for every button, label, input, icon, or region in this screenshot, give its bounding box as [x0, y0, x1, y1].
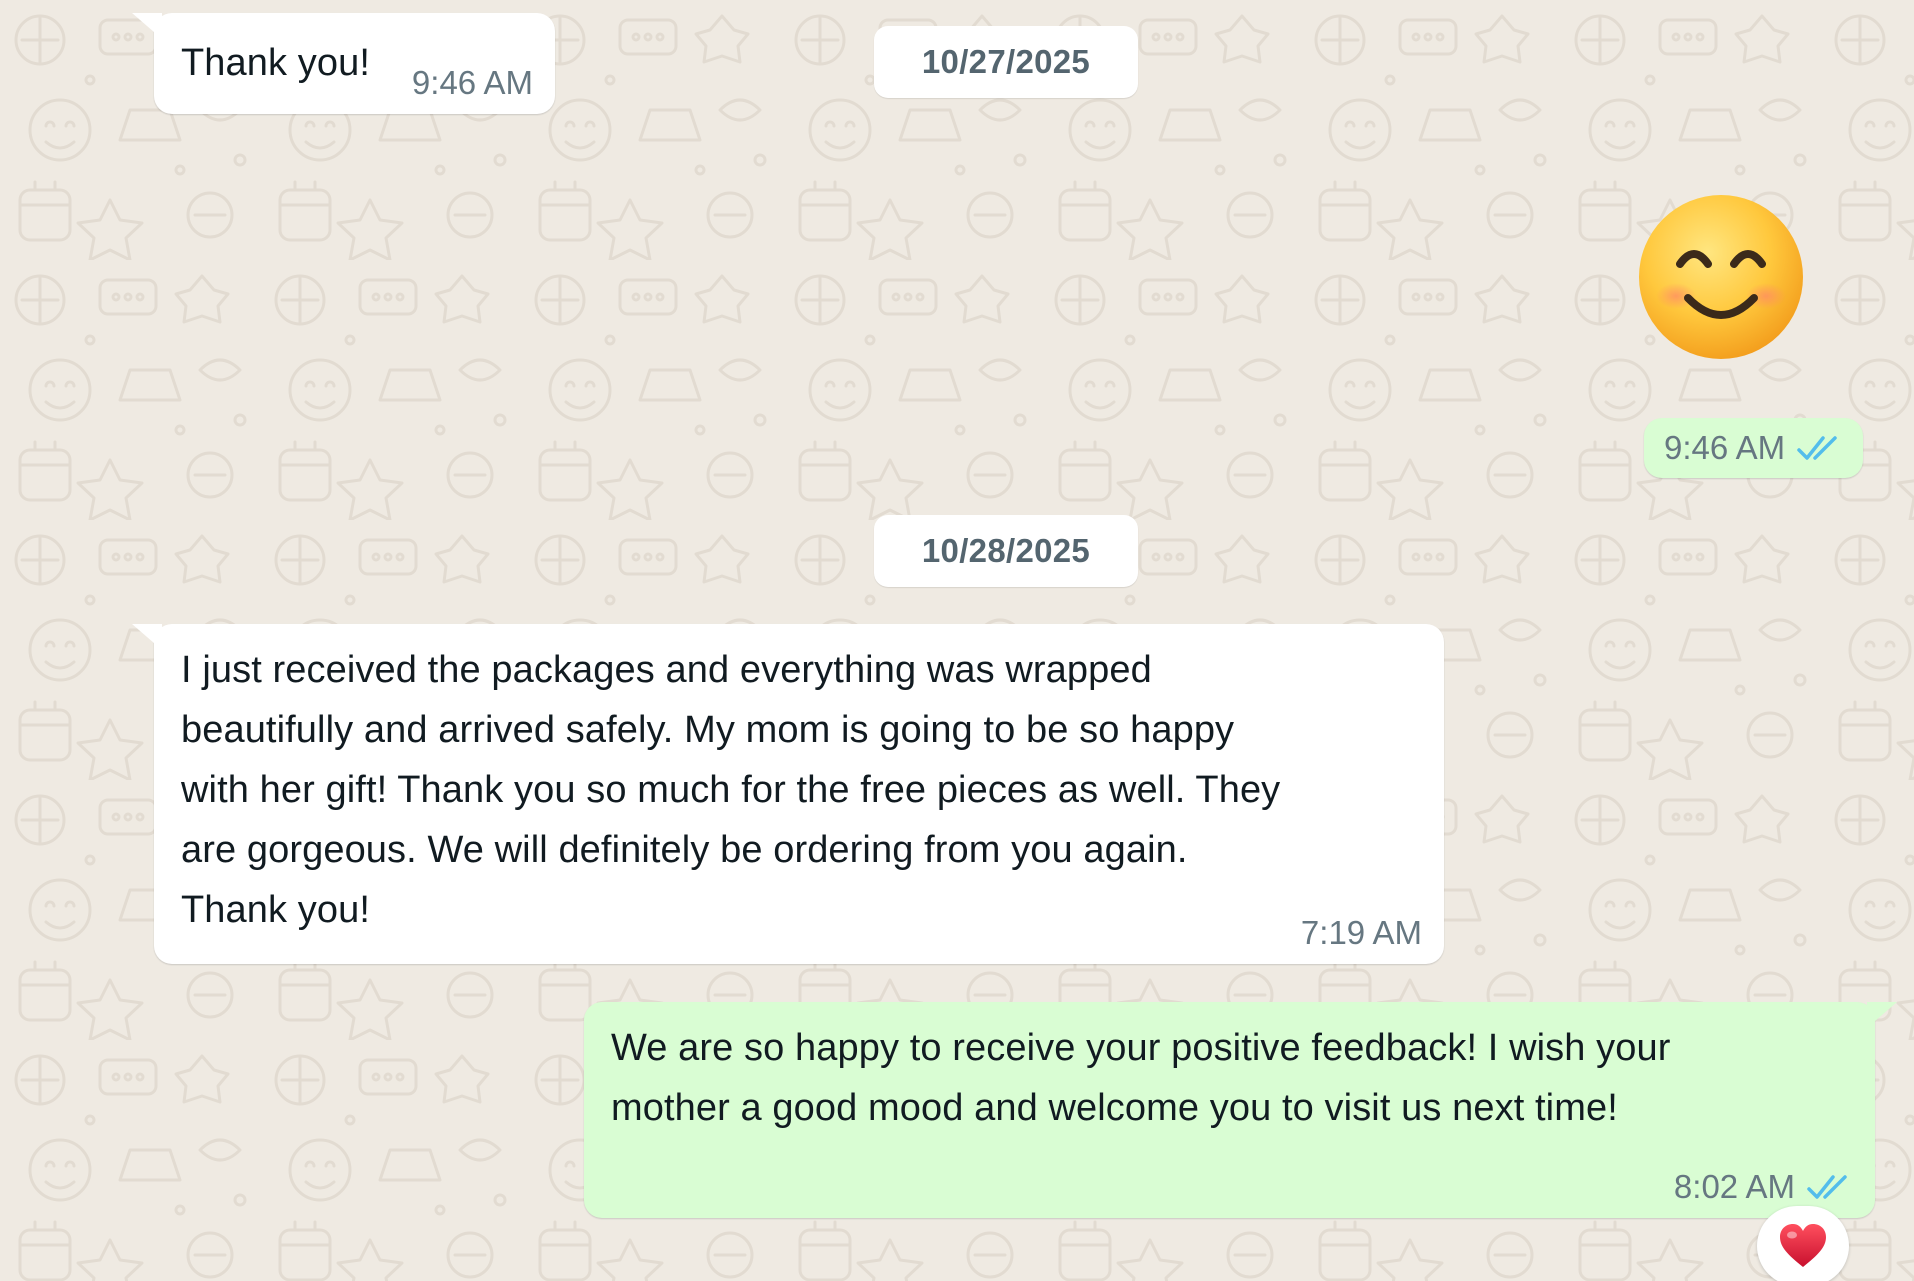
message-body: We are so happy to receive your positive…	[611, 1018, 1670, 1138]
bubble-tail	[1867, 1002, 1897, 1028]
message-line: We are so happy to receive your positive…	[611, 1027, 1671, 1069]
date-separator: 10/28/2025	[874, 515, 1138, 587]
message-line: mother a good mood and welcome you to vi…	[611, 1087, 1618, 1129]
smiling-face-emoji-icon[interactable]	[1636, 192, 1806, 362]
double-check-icon	[1807, 1175, 1847, 1199]
time-label: 7:19 AM	[1300, 914, 1422, 951]
outgoing-message[interactable]: We are so happy to receive your positive…	[584, 1002, 1897, 1218]
time-label: 9:46 AM	[1664, 429, 1786, 466]
message-time: 8:02 AM	[1674, 1168, 1853, 1206]
message-line: Thank you!	[181, 889, 370, 931]
bubble-tail	[132, 13, 162, 39]
message-line: are gorgeous. We will definitely be orde…	[181, 829, 1188, 871]
conversation: Thank you! 9:46 AM 10/27/2025 9:46 AM 10…	[0, 0, 1914, 1281]
time-label: 9:46 AM	[411, 64, 533, 101]
incoming-message[interactable]: Thank you! 9:46 AM	[132, 13, 555, 114]
message-line: beautifully and arrived safely. My mom i…	[181, 709, 1235, 751]
message-time: 9:46 AM	[412, 64, 533, 102]
message-reaction[interactable]	[1757, 1206, 1849, 1281]
message-time: 7:19 AM	[1301, 914, 1422, 952]
message-text: Thank you!	[181, 42, 370, 84]
time-label: 8:02 AM	[1673, 1168, 1795, 1205]
message-line: I just received the packages and everyth…	[181, 649, 1152, 691]
message-body: I just received the packages and everyth…	[181, 640, 1280, 940]
incoming-message[interactable]: I just received the packages and everyth…	[132, 624, 1444, 964]
message-line: with her gift! Thank you so much for the…	[181, 769, 1281, 811]
bubble-tail	[132, 624, 162, 650]
emoji-message-meta: 9:46 AM	[1644, 418, 1864, 478]
date-separator: 10/27/2025	[874, 26, 1138, 98]
double-check-icon	[1797, 436, 1837, 460]
red-heart-icon	[1780, 1224, 1826, 1267]
